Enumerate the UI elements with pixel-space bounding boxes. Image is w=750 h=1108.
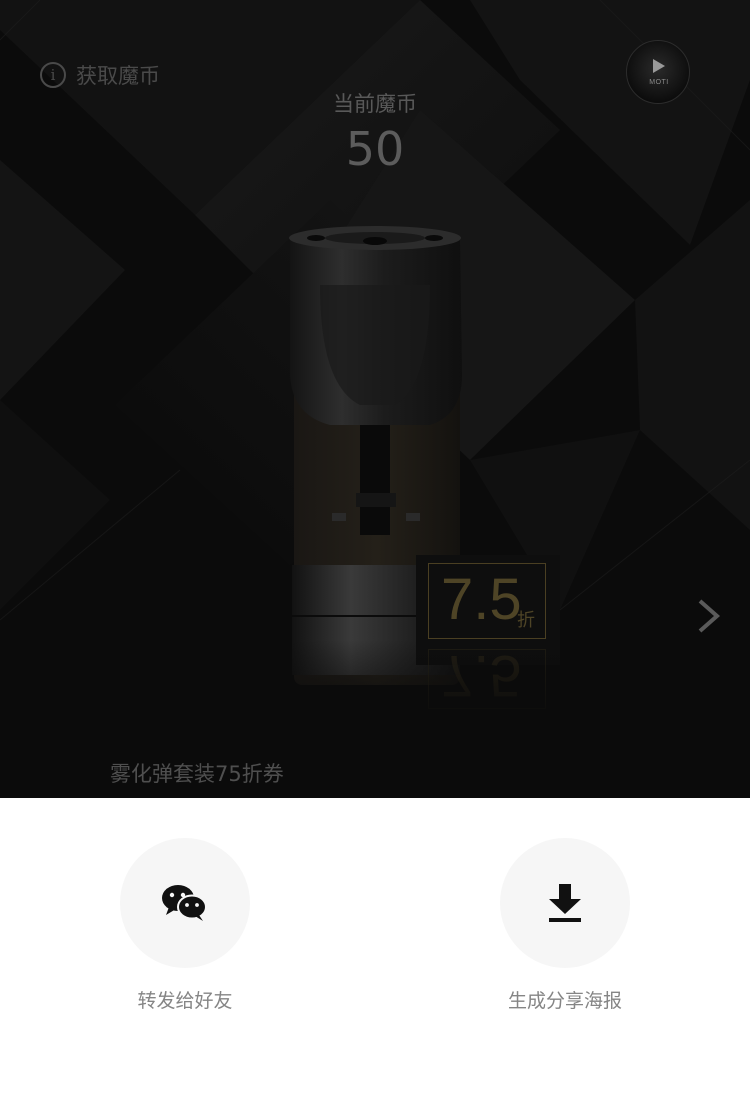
info-icon: i (40, 62, 66, 88)
coupon-title: 雾化弹套装75折券 (110, 762, 284, 786)
generate-poster-label: 生成分享海报 (507, 990, 622, 1012)
share-to-friend-label: 转发给好友 (137, 990, 233, 1012)
download-icon (549, 884, 581, 922)
share-to-friend-button[interactable]: 转发给好友 (85, 838, 285, 1013)
get-coins-link[interactable]: i 获取魔币 (40, 60, 160, 90)
get-coins-label: 获取魔币 (76, 64, 160, 88)
generate-poster-button[interactable]: 生成分享海报 (465, 838, 665, 1013)
wechat-icon (162, 885, 207, 921)
share-panel: 转发给好友 生成分享海报 (0, 798, 750, 1108)
share-to-friend-circle (120, 838, 250, 968)
coupon-hero: i 获取魔币 MOTI 当前魔币 50 7.5 折 雾化弹套装75折券 (0, 0, 750, 798)
generate-poster-circle (500, 838, 630, 968)
current-coins-label: 当前魔币 (333, 92, 417, 116)
play-icon (653, 59, 665, 73)
discount-unit: 折 (517, 610, 535, 631)
brand-badge-text: MOTI (649, 79, 669, 86)
discount-frame: 7.5 折 (428, 563, 546, 639)
current-coins-value: 50 (345, 122, 405, 176)
discount-value: 7.5 (441, 567, 522, 632)
chevron-right-icon[interactable] (696, 598, 722, 634)
